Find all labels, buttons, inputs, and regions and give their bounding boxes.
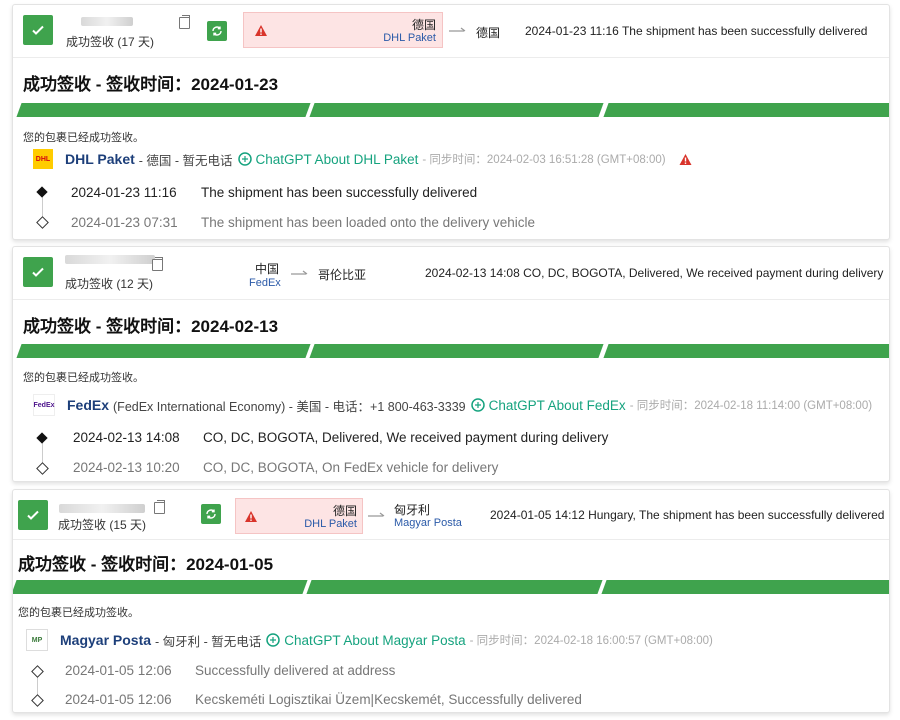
sync-icon <box>206 509 216 519</box>
tracking-number-masked <box>65 255 155 264</box>
origin-box: 德国 DHL Paket <box>243 12 443 48</box>
latest-event: 2024-01-23 11:16 The shipment has been s… <box>525 24 868 38</box>
event-row: 2024-01-23 07:31 The shipment has been lo… <box>71 215 535 230</box>
timeline-dot-icon <box>36 462 49 475</box>
origin-carrier[interactable]: FedEx <box>249 277 281 289</box>
chatgpt-link[interactable]: ChatGPT About DHL Paket <box>237 151 418 167</box>
origin-country: 德国 <box>332 504 357 518</box>
shipment-card: 成功签收 (17 天) 德国 DHL Paket 德国 2024-01-23 1… <box>12 4 890 240</box>
origin-box: 德国 DHL Paket <box>235 498 363 534</box>
warning-icon <box>255 25 267 36</box>
chatgpt-link[interactable]: ChatGPT About FedEx <box>470 397 626 413</box>
divider <box>13 299 889 300</box>
arrow-right-icon <box>449 27 466 32</box>
fedex-logo: FedEx <box>33 394 55 416</box>
carrier-meta: - 匈牙利 - 暂无电话 <box>155 634 262 649</box>
event-row: 2024-01-05 12:06 Kecskeméti Logisztikai Ü… <box>65 692 582 707</box>
latest-event: 2024-02-13 14:08 CO, DC, BOGOTA, Deliver… <box>425 266 884 280</box>
event-row: 2024-01-23 11:16 The shipment has been su… <box>71 185 478 200</box>
origin-carrier[interactable]: DHL Paket <box>383 32 436 44</box>
arrow-right-icon <box>291 270 308 275</box>
origin-country: 中国 <box>254 262 279 276</box>
origin-carrier[interactable]: DHL Paket <box>304 518 357 530</box>
sync-time: - 同步时间：2024-02-18 16:00:57 (GMT+08:00) <box>469 635 713 647</box>
dest-carrier[interactable]: Magyar Posta <box>394 517 462 529</box>
event-row: 2024-01-05 12:06 Successfully delivered a… <box>65 663 396 678</box>
timeline-dot-icon <box>36 216 49 229</box>
status-short: 成功签收 (15 天) <box>58 518 147 532</box>
magyar-posta-logo: MP <box>26 629 48 651</box>
carrier-meta: - 德国 - 暂无电话 <box>138 153 233 168</box>
status-short: 成功签收 (17 天) <box>66 35 155 49</box>
sync-button[interactable] <box>201 504 221 524</box>
progress-bar <box>16 103 889 117</box>
copy-icon[interactable] <box>179 15 190 29</box>
dest-country: 哥伦比亚 <box>318 268 367 282</box>
arrow-right-icon <box>368 512 385 517</box>
copy-icon[interactable] <box>154 500 165 514</box>
carrier-name[interactable]: DHL Paket <box>65 151 135 167</box>
timeline-dot-icon <box>36 432 48 444</box>
tracking-number-masked <box>59 504 145 513</box>
carrier-info: DHL DHL Paket - 德国 - 暂无电话 ChatGPT About … <box>33 149 693 169</box>
chatgpt-link[interactable]: ChatGPT About Magyar Posta <box>265 632 466 648</box>
divider <box>13 539 889 540</box>
delivery-title: 成功签收 - 签收时间：2024-02-13 <box>23 317 279 336</box>
carrier-name[interactable]: Magyar Posta <box>60 632 151 648</box>
warning-icon <box>679 153 692 165</box>
sync-button[interactable] <box>207 21 227 41</box>
shipment-card: 成功签收 (12 天) 中国 FedEx 哥伦比亚 2024-02-13 14:… <box>12 246 890 482</box>
dest-country: 匈牙利 <box>394 503 431 517</box>
timeline-dot-icon <box>36 186 48 198</box>
origin-country: 德国 <box>411 18 436 32</box>
chatgpt-icon <box>237 152 252 166</box>
warning-icon <box>245 511 257 522</box>
sync-icon <box>212 26 222 36</box>
delivered-notice: 您的包裹已经成功签收。 <box>18 607 139 619</box>
timeline-dot-icon <box>31 694 44 707</box>
timeline-dot-icon <box>31 665 44 678</box>
progress-bar <box>13 580 889 594</box>
status-short: 成功签收 (12 天) <box>65 277 154 291</box>
dest-country: 德国 <box>476 26 501 40</box>
chatgpt-icon <box>470 398 485 412</box>
dhl-logo: DHL <box>33 149 53 169</box>
delivery-title: 成功签收 - 签收时间：2024-01-23 <box>23 75 279 94</box>
event-row: 2024-02-13 14:08 CO, DC, BOGOTA, Delivere… <box>73 430 609 445</box>
latest-event: 2024-01-05 14:12 Hungary, The shipment h… <box>490 508 885 522</box>
delivered-notice: 您的包裹已经成功签收。 <box>23 132 144 144</box>
delivery-title: 成功签收 - 签收时间：2024-01-05 <box>18 555 274 574</box>
carrier-info: MP Magyar Posta - 匈牙利 - 暂无电话 ChatGPT Abo… <box>26 629 713 651</box>
tracking-number-masked <box>81 17 133 26</box>
carrier-name[interactable]: FedEx <box>67 397 109 413</box>
chatgpt-icon <box>266 633 281 647</box>
carrier-meta: (FedEx International Economy) - 美国 - 电话：… <box>113 399 466 414</box>
progress-bar <box>16 344 889 358</box>
sync-time: - 同步时间：2024-02-18 11:14:00 (GMT+08:00) <box>629 400 873 412</box>
delivered-check-icon <box>18 500 48 530</box>
sync-time: - 同步时间：2024-02-03 16:51:28 (GMT+08:00) <box>422 154 666 166</box>
carrier-info: FedEx FedEx (FedEx International Economy… <box>33 394 872 416</box>
shipment-card: 成功签收 (15 天) 德国 DHL Paket 匈牙利 Magyar Post… <box>12 489 890 713</box>
event-row: 2024-02-13 10:20 CO, DC, BOGOTA, On FedEx… <box>73 460 499 475</box>
delivered-check-icon <box>23 15 53 45</box>
delivered-notice: 您的包裹已经成功签收。 <box>23 372 144 384</box>
copy-icon[interactable] <box>152 257 163 271</box>
divider <box>13 57 889 58</box>
delivered-check-icon <box>23 257 53 287</box>
